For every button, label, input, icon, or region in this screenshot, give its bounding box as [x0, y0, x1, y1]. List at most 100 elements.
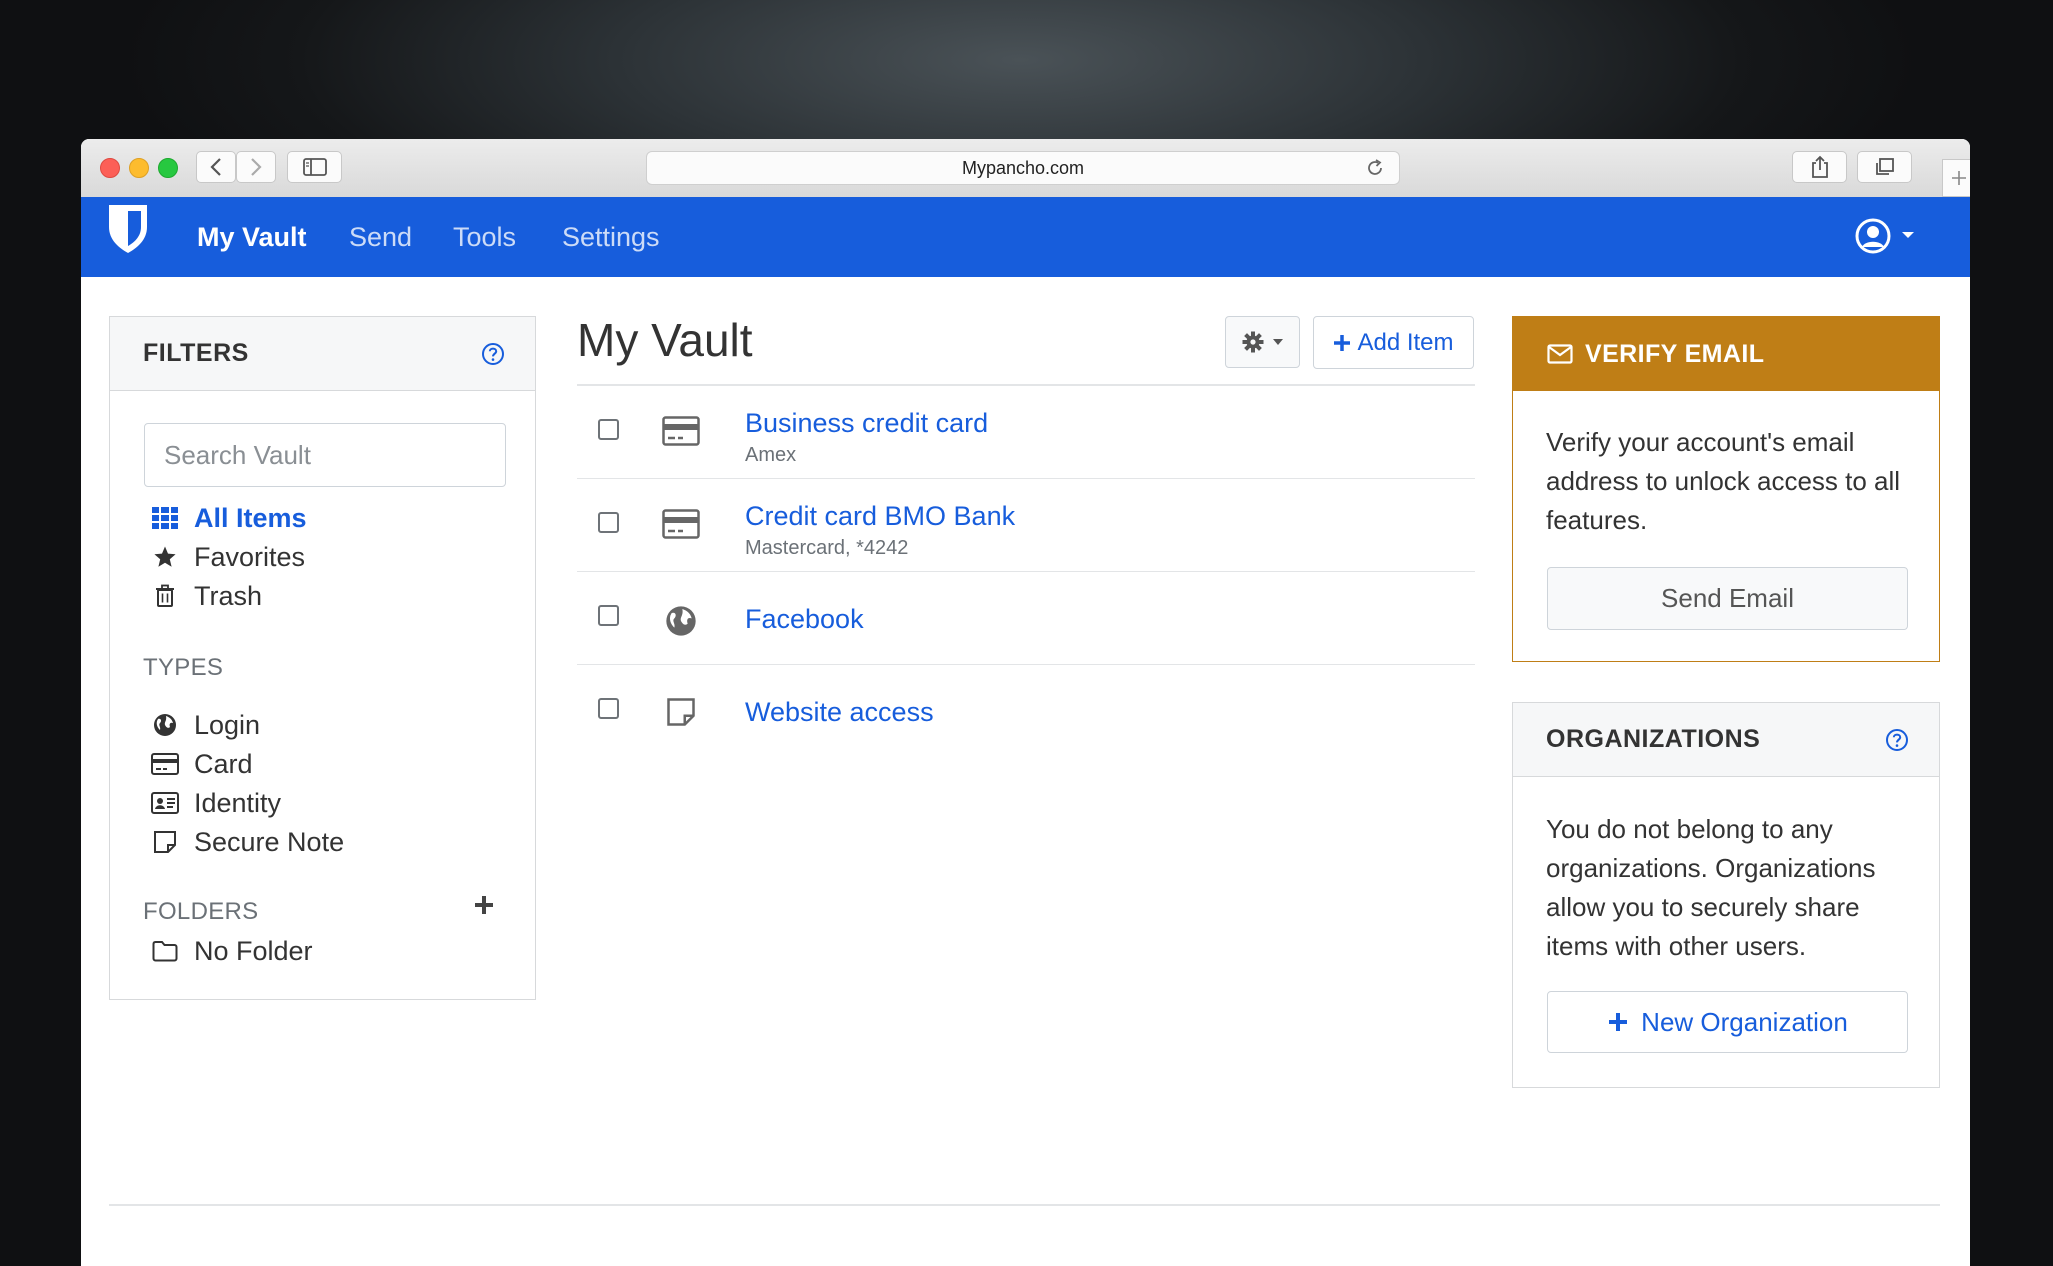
- nav-my-vault[interactable]: My Vault: [197, 197, 307, 277]
- vault-item-row: Business credit card Amex: [577, 386, 1475, 479]
- folder-icon: [150, 940, 180, 962]
- filter-label: Trash: [194, 580, 263, 611]
- item-checkbox[interactable]: [598, 419, 619, 440]
- filter-label: Identity: [194, 787, 282, 818]
- nav-send[interactable]: Send: [349, 197, 412, 277]
- chevron-left-icon: [210, 158, 221, 176]
- caret-down-icon: [1902, 232, 1915, 238]
- sidebar-icon: [302, 158, 327, 176]
- credit-card-icon: [150, 753, 180, 775]
- item-name-link[interactable]: Website access: [745, 697, 934, 728]
- new-organization-button[interactable]: New Organization: [1547, 991, 1908, 1053]
- new-organization-label: New Organization: [1641, 1006, 1848, 1037]
- folders-heading: FOLDERS: [143, 898, 259, 925]
- vault-options-button[interactable]: [1225, 316, 1300, 368]
- grid-icon: [150, 507, 180, 529]
- app-navbar: My Vault Send Tools Settings: [81, 197, 1970, 277]
- reload-icon[interactable]: [1365, 158, 1385, 183]
- types-heading: TYPES: [143, 654, 224, 681]
- plus-icon: [475, 896, 493, 914]
- filter-no-folder[interactable]: No Folder: [150, 932, 313, 970]
- filter-label: Secure Note: [194, 826, 345, 857]
- gear-icon: [1242, 331, 1263, 353]
- id-card-icon: [150, 792, 180, 814]
- send-email-button[interactable]: Send Email: [1547, 567, 1908, 630]
- back-button[interactable]: [196, 151, 236, 183]
- shield-icon: [109, 205, 147, 253]
- star-icon: [150, 545, 180, 569]
- vault-item-row: Website access: [577, 665, 1475, 758]
- item-subtitle: Amex: [745, 444, 797, 466]
- item-subtitle: Mastercard, *4242: [745, 537, 909, 559]
- url-text: Mypancho.com: [961, 157, 1085, 178]
- globe-icon: [150, 713, 180, 737]
- organizations-card: ORGANIZATIONS You do not belong to any o…: [1512, 702, 1940, 1088]
- filter-label: Login: [194, 709, 261, 740]
- item-name-link[interactable]: Credit card BMO Bank: [745, 501, 1015, 532]
- verify-email-title: VERIFY EMAIL: [1585, 339, 1765, 368]
- filters-header: FILTERS: [110, 317, 535, 391]
- zoom-window-button[interactable]: [158, 158, 178, 178]
- organizations-text: You do not belong to any organizations. …: [1546, 814, 1876, 961]
- chevron-right-icon: [251, 158, 262, 176]
- item-name-link[interactable]: Facebook: [745, 604, 864, 635]
- sidebar-toggle-button[interactable]: [287, 151, 342, 183]
- vault-item-row: Facebook: [577, 572, 1475, 665]
- sticky-note-icon: [661, 697, 701, 727]
- item-checkbox[interactable]: [598, 698, 619, 719]
- verify-email-text: Verify your account's email address to u…: [1546, 427, 1901, 535]
- nav-settings[interactable]: Settings: [562, 197, 660, 277]
- filter-label: All Items: [194, 502, 307, 533]
- filter-favorites[interactable]: Favorites: [150, 538, 305, 576]
- account-menu[interactable]: [1854, 217, 1916, 260]
- filter-type-card[interactable]: Card: [150, 745, 253, 783]
- address-bar[interactable]: Mypancho.com: [646, 151, 1400, 185]
- filter-label: No Folder: [194, 935, 313, 966]
- filters-title: FILTERS: [143, 339, 249, 367]
- help-icon[interactable]: [1885, 728, 1909, 757]
- filters-panel: FILTERS All Items Favorites Trash TYPES: [109, 316, 536, 1000]
- item-name-link[interactable]: Business credit card: [745, 408, 988, 439]
- item-checkbox[interactable]: [598, 605, 619, 626]
- filter-all-items[interactable]: All Items: [150, 499, 307, 537]
- trash-icon: [150, 584, 180, 608]
- add-item-button[interactable]: Add Item: [1313, 316, 1474, 369]
- filter-type-secure-note[interactable]: Secure Note: [150, 823, 344, 861]
- plus-icon: [1334, 334, 1351, 351]
- search-vault-input[interactable]: [144, 423, 506, 487]
- filter-label: Card: [194, 748, 253, 779]
- add-folder-button[interactable]: [473, 894, 495, 921]
- plus-icon: [1951, 171, 1966, 185]
- browser-toolbar: Mypancho.com: [81, 139, 1970, 198]
- organizations-title: ORGANIZATIONS: [1546, 725, 1761, 753]
- tabs-icon: [1875, 158, 1894, 175]
- add-item-label: Add Item: [1357, 328, 1454, 356]
- item-checkbox[interactable]: [598, 512, 619, 533]
- tabs-overview-button[interactable]: [1857, 151, 1912, 183]
- forward-button[interactable]: [236, 151, 276, 183]
- envelope-icon: [1547, 344, 1573, 364]
- footer-divider: [109, 1204, 1940, 1206]
- share-icon: [1811, 155, 1828, 178]
- credit-card-icon: [661, 509, 701, 539]
- filter-label: Favorites: [194, 541, 306, 572]
- nav-tools[interactable]: Tools: [453, 197, 516, 277]
- user-circle-icon: [1855, 218, 1891, 254]
- sticky-note-icon: [150, 830, 180, 854]
- globe-icon: [661, 605, 701, 637]
- bitwarden-logo[interactable]: [106, 203, 150, 260]
- browser-window: Mypancho.com My Vault Send Tools Setting…: [81, 139, 1970, 1266]
- filter-type-login[interactable]: Login: [150, 706, 260, 744]
- filter-trash[interactable]: Trash: [150, 577, 262, 615]
- filter-type-identity[interactable]: Identity: [150, 784, 281, 822]
- verify-email-card: VERIFY EMAIL Verify your account's email…: [1512, 316, 1940, 662]
- close-window-button[interactable]: [100, 158, 120, 178]
- minimize-window-button[interactable]: [129, 158, 149, 178]
- help-icon[interactable]: [481, 342, 505, 371]
- new-tab-button[interactable]: [1942, 159, 1970, 197]
- vault-item-row: Credit card BMO Bank Mastercard, *4242: [577, 479, 1475, 572]
- share-button[interactable]: [1792, 151, 1847, 183]
- verify-email-header: VERIFY EMAIL: [1513, 317, 1939, 391]
- organizations-header: ORGANIZATIONS: [1513, 703, 1939, 777]
- caret-down-icon: [1272, 339, 1283, 345]
